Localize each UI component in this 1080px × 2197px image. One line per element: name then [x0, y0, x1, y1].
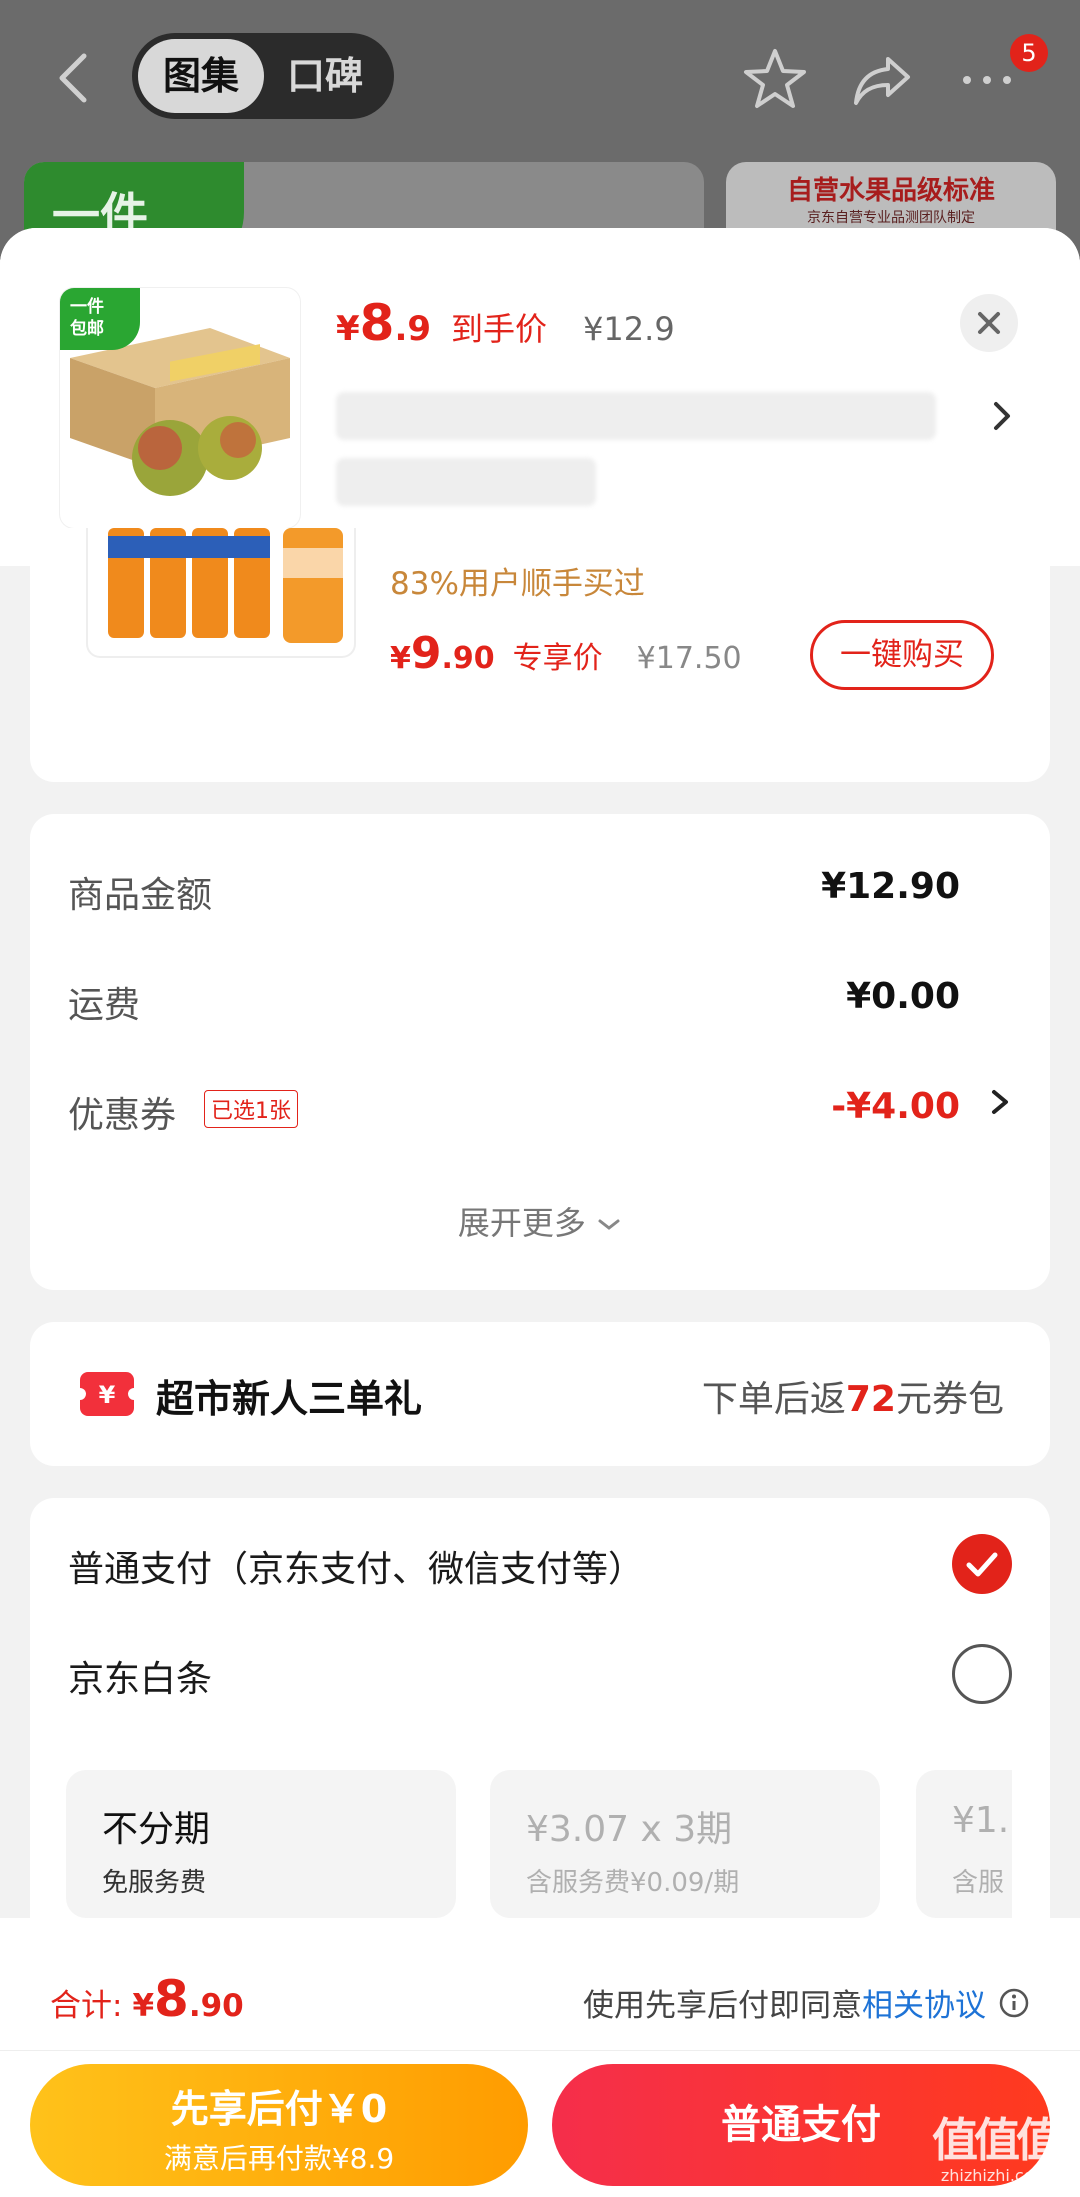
installment-plan-3[interactable]: ¥3.07 x 3期 含服务费¥0.09/期: [490, 1770, 880, 1918]
coupon-ticket-icon: ¥: [74, 1368, 140, 1420]
goods-amount-value: ¥12.90: [821, 866, 960, 907]
recommendation-buyers-text: 83%用户顺手买过: [390, 566, 645, 602]
original-price: ¥12.9: [583, 310, 675, 348]
shipping-label: 运费: [68, 985, 141, 1026]
rec-price-integer: 9: [410, 628, 442, 679]
price-integer: 8: [359, 294, 395, 352]
site-watermark: 值值值 zhizhizhi.com: [920, 2104, 1070, 2194]
back-icon[interactable]: [50, 48, 100, 108]
coupon-label: 优惠券: [68, 1095, 177, 1136]
close-icon: [978, 312, 1000, 334]
rec-original-price: ¥17.50: [636, 641, 742, 676]
product-page-backdrop: 图集 口碑 5 一件 自营水果品级标准 京东自营专业品测团队制定: [0, 0, 1080, 272]
plan-subtitle: 免服务费: [102, 1868, 207, 1898]
plan-title: ¥1.: [952, 1800, 1010, 1841]
shipping-value: ¥0.00: [846, 976, 960, 1017]
checkout-sheet: 一件 包邮 ¥ 8 .9 到手价 ¥12.9 83%用户顺手买过 ¥ 9 .90…: [0, 228, 1080, 2197]
one-click-buy-button[interactable]: 一键购买: [810, 620, 994, 690]
rec-price-decimal: .90: [441, 641, 495, 676]
gift-title: 超市新人三单礼: [156, 1377, 423, 1421]
plan-subtitle: 含服务费¥0.09/期: [526, 1868, 740, 1898]
coupon-row[interactable]: 优惠券 已选1张 -¥4.00: [68, 1078, 1012, 1138]
coupon-value: -¥4.00: [831, 1086, 960, 1127]
plan-subtitle: 含服: [952, 1868, 1005, 1898]
tab-gallery[interactable]: 图集: [138, 39, 264, 113]
price-symbol: ¥: [336, 309, 360, 349]
gift-description: 下单后返72元券包: [702, 1370, 1004, 1422]
total-integer: 8: [154, 1970, 189, 2028]
recommendation-price: ¥ 9 .90 专享价 ¥17.50: [390, 628, 742, 679]
chevron-down-icon: [598, 1219, 620, 1230]
expand-more-label: 展开更多: [457, 1204, 586, 1242]
recommendation-card: 83%用户顺手买过 ¥ 9 .90 专享价 ¥17.50 一键购买: [30, 528, 1050, 782]
plan-title: 不分期: [102, 1809, 211, 1850]
promo-right-title: 自营水果品级标准: [786, 176, 995, 206]
goods-amount-label: 商品金额: [68, 875, 213, 916]
checkmark-icon: [966, 1552, 998, 1577]
installment-plan-6[interactable]: ¥1. 含服: [916, 1770, 1012, 1918]
price-label: 到手价: [451, 310, 548, 348]
agreement-link[interactable]: 相关协议: [862, 1980, 986, 2025]
gift-desc-prefix: 下单后返: [701, 1379, 846, 1420]
free-shipping-tag: 一件 包邮: [60, 288, 140, 350]
info-icon[interactable]: [998, 1987, 1030, 2019]
pay-later-subtitle: 满意后再付款¥8.9: [163, 2142, 395, 2175]
plan-title: ¥3.07 x 3期: [526, 1809, 733, 1850]
share-icon[interactable]: [848, 45, 918, 115]
normal-payment-option[interactable]: 普通支付（京东支付、微信支付等）: [68, 1540, 644, 1592]
rec-price-label: 专享价: [512, 641, 603, 676]
product-title-redacted[interactable]: [336, 368, 956, 518]
baitiao-payment-option[interactable]: 京东白条: [68, 1650, 212, 1702]
order-total: 合计: ¥ 8 .90: [50, 1970, 244, 2028]
product-thumbnail[interactable]: 一件 包邮: [60, 288, 300, 528]
top-nav: 图集 口碑 5: [0, 0, 1080, 150]
tab-reviews[interactable]: 口碑: [262, 39, 388, 113]
message-count-badge: 5: [1010, 34, 1048, 72]
total-label: 合计:: [50, 1988, 123, 2024]
coupon-chevron-right-icon[interactable]: [988, 1082, 1012, 1131]
goods-amount-row: 商品金额 ¥12.90: [68, 858, 1012, 918]
gift-desc-amount: 72: [845, 1379, 896, 1420]
pay-later-button[interactable]: 先享后付￥0 满意后再付款¥8.9: [30, 2064, 528, 2186]
total-decimal: .90: [188, 1988, 244, 2024]
total-symbol: ¥: [132, 1988, 155, 2024]
pay-later-title: 先享后付￥0: [170, 2087, 388, 2131]
watermark-domain: zhizhizhi.com: [940, 2166, 1050, 2185]
gift-desc-suffix: 元券包: [895, 1379, 1004, 1420]
price-decimal: .9: [394, 309, 432, 349]
agreement-text: 使用先享后付即同意 相关协议: [583, 1980, 1030, 2025]
promo-right-subtitle: 京东自营专业品测团队制定: [807, 210, 975, 226]
expand-more-button[interactable]: 展开更多: [30, 1198, 1050, 1244]
shipping-row: 运费 ¥0.00: [68, 968, 1012, 1028]
recommended-product-image[interactable]: [86, 528, 356, 658]
close-button[interactable]: [960, 294, 1018, 352]
watermark-logo-text: 值值值: [932, 2113, 1062, 2167]
new-user-gift-card[interactable]: ¥ 超市新人三单礼 下单后返72元券包: [30, 1322, 1050, 1466]
rec-price-symbol: ¥: [390, 641, 411, 676]
product-price: ¥ 8 .9 到手价 ¥12.9: [336, 294, 675, 354]
sheet-header: 一件 包邮 ¥ 8 .9 到手价 ¥12.9: [0, 228, 1080, 566]
view-segment: 图集 口碑: [132, 33, 394, 119]
agreement-prefix: 使用先享后付即同意: [583, 1988, 862, 2024]
order-totals-card: 商品金额 ¥12.90 运费 ¥0.00 优惠券 已选1张 -¥4.00 展开更…: [30, 814, 1050, 1290]
installment-plan-none[interactable]: 不分期 免服务费: [66, 1770, 456, 1918]
divider: [0, 2050, 1080, 2051]
bottom-checkout-bar: 合计: ¥ 8 .90 使用先享后付即同意 相关协议 先享后付￥0 满意后再付款…: [0, 1918, 1080, 2197]
favorite-star-icon[interactable]: [740, 45, 810, 115]
normal-payment-radio[interactable]: [952, 1534, 1012, 1594]
title-chevron-right-icon[interactable]: [988, 396, 1016, 440]
svg-text:¥: ¥: [99, 1381, 116, 1409]
baitiao-payment-radio[interactable]: [952, 1644, 1012, 1704]
coupon-selected-tag: 已选1张: [204, 1090, 298, 1128]
